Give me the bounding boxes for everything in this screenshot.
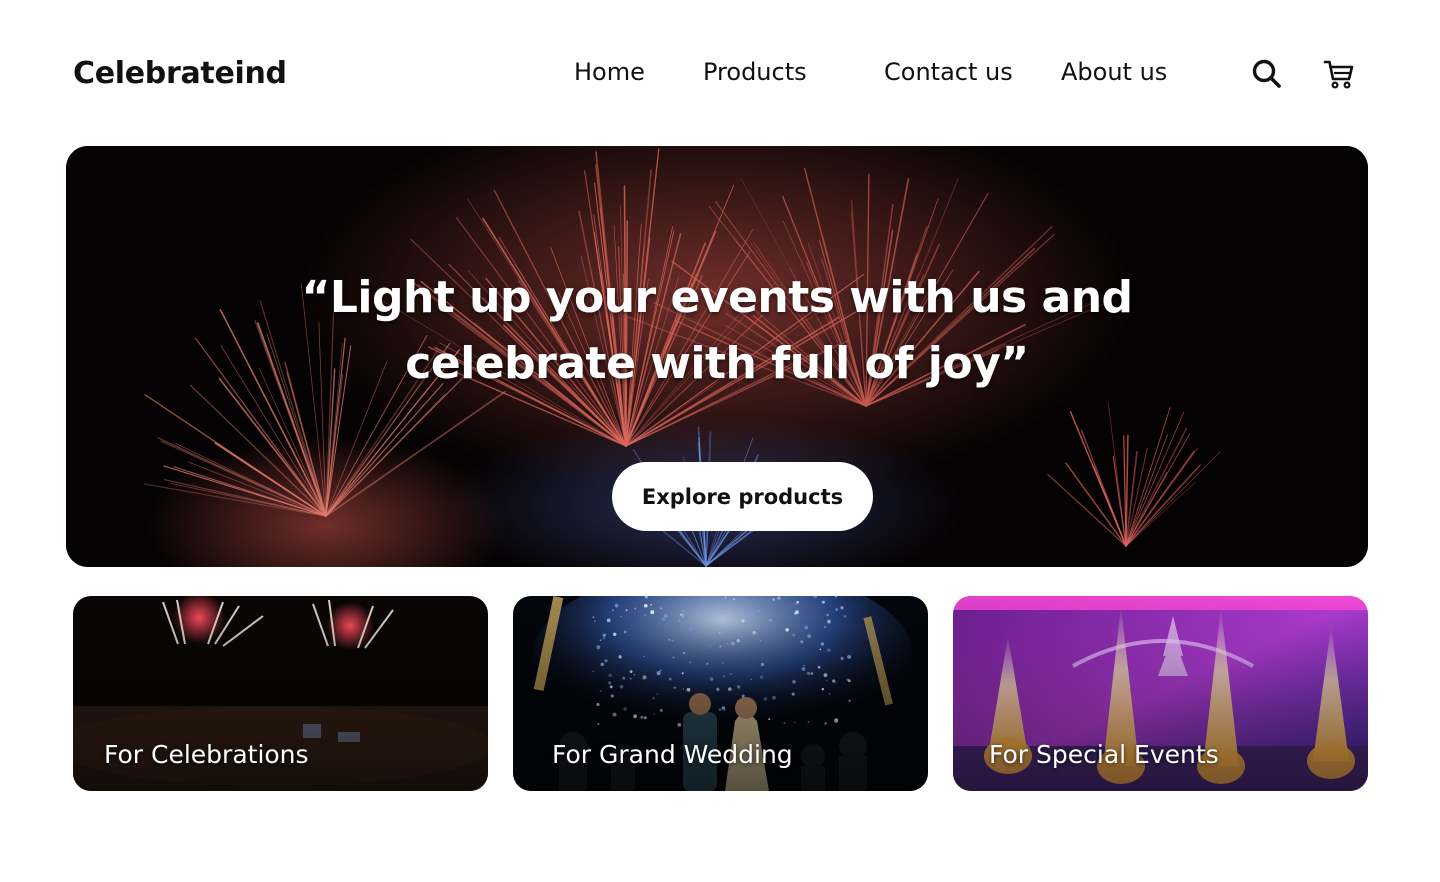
- brand-logo[interactable]: Celebrateind: [73, 56, 287, 91]
- category-label: For Celebrations: [104, 740, 309, 769]
- category-label: For Grand Wedding: [552, 740, 793, 769]
- cart-icon[interactable]: [1321, 56, 1357, 92]
- category-label: For Special Events: [989, 740, 1219, 769]
- nav-about-link[interactable]: About us: [1061, 58, 1167, 86]
- hero-quote-line-1: “Light up your events with us and: [301, 272, 1133, 323]
- category-card-special-events[interactable]: For Special Events: [953, 596, 1368, 791]
- category-card-celebrations[interactable]: For Celebrations: [73, 596, 488, 791]
- nav-products-link[interactable]: Products: [703, 58, 807, 86]
- nav-home-link[interactable]: Home: [574, 58, 645, 86]
- search-icon[interactable]: [1249, 56, 1285, 92]
- nav-contact-link[interactable]: Contact us: [884, 58, 1013, 86]
- hero-quote-line-2: celebrate with full of joy”: [405, 338, 1029, 389]
- hero-banner: “Light up your events with us and celebr…: [66, 146, 1368, 567]
- explore-products-button[interactable]: Explore products: [612, 462, 873, 531]
- site-header: Celebrateind Home Products Contact us Ab…: [0, 0, 1440, 146]
- category-card-wedding[interactable]: For Grand Wedding: [513, 596, 928, 791]
